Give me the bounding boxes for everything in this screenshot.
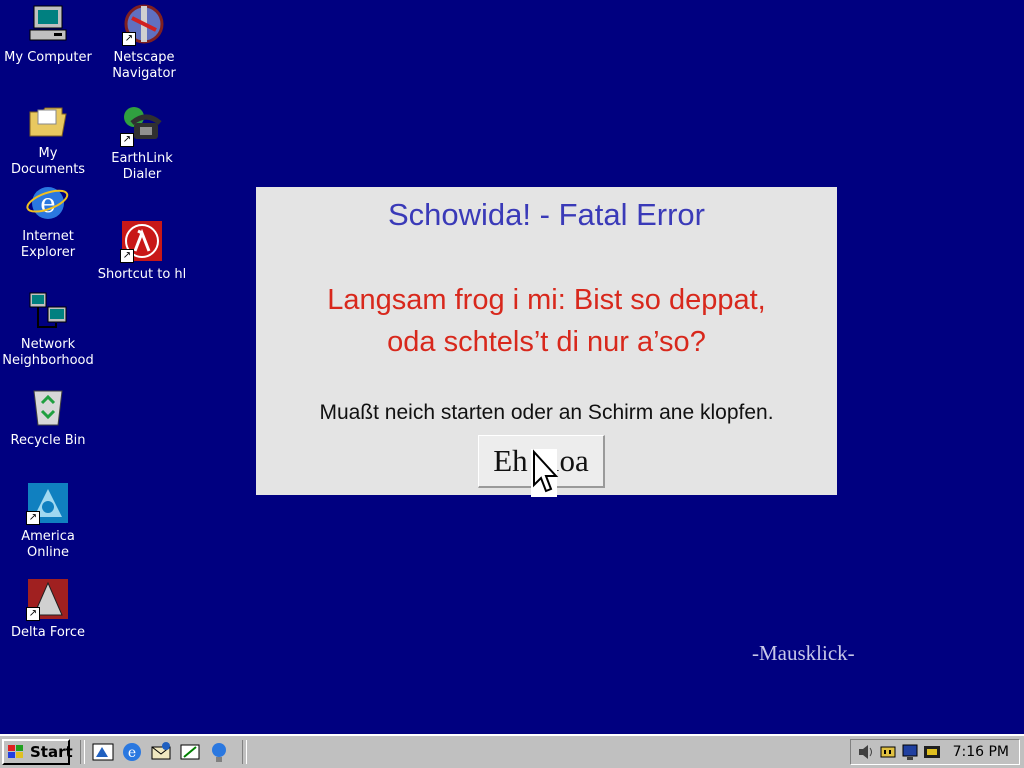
icon-label: My Documents: [10, 146, 86, 177]
ie-icon: e: [26, 181, 70, 225]
outlook-express-icon[interactable]: [150, 741, 172, 763]
dialog-instruction: Muaßt neich starten oder an Schirm ane k…: [319, 401, 774, 424]
windows-logo-icon: [8, 745, 23, 758]
dialog-message: Langsam frog i mi: Bist so deppat, oda s…: [256, 279, 837, 363]
ie-quicklaunch-icon[interactable]: e: [121, 741, 143, 763]
icon-label: EarthLink Dialer: [111, 151, 173, 182]
shortcut-arrow-icon: ↗: [26, 511, 40, 525]
system-tray: 7:16 PM: [850, 739, 1020, 765]
phone-icon: ↗: [120, 103, 164, 147]
desktop-icon-my-computer[interactable]: My Computer: [0, 2, 96, 66]
desktop-icon-network-neighborhood[interactable]: Network Neighborhood: [0, 289, 96, 369]
start-button[interactable]: Start: [2, 739, 73, 765]
scheduler-icon[interactable]: [923, 743, 941, 761]
shortcut-arrow-icon: ↗: [120, 249, 134, 263]
desktop-icon-earthlink[interactable]: ↗ EarthLink Dialer: [94, 103, 190, 183]
icon-label: Shortcut to hl: [97, 267, 187, 282]
folder-icon: [26, 98, 70, 142]
icon-label: Internet Explorer: [20, 229, 76, 260]
dialog-message-line-1: Langsam frog i mi: Bist so deppat,: [327, 284, 766, 316]
network-icon: [26, 289, 70, 333]
icon-label: Network Neighborhood: [2, 337, 94, 368]
modem-icon[interactable]: [879, 743, 897, 761]
volume-icon[interactable]: [857, 743, 875, 761]
icon-label: Netscape Navigator: [112, 50, 176, 81]
web-tv-icon[interactable]: [208, 741, 230, 763]
start-label: Start: [30, 743, 73, 761]
desktop-icon-america-online[interactable]: ↗ America Online: [0, 481, 96, 561]
clock[interactable]: 7:16 PM: [953, 744, 1009, 760]
taskbar-separator: [242, 740, 247, 764]
desktop-icon-shortcut-hl[interactable]: ↗ Shortcut to hl: [94, 219, 190, 283]
computer-icon: [26, 2, 70, 46]
desktop: My Computer ↗ Netscape Navigator My Docu…: [0, 0, 1024, 734]
channels-icon[interactable]: [179, 741, 201, 763]
icon-label: My Computer: [4, 50, 92, 65]
half-life-icon: ↗: [120, 219, 164, 263]
shortcut-arrow-icon: ↗: [122, 32, 136, 46]
show-desktop-icon[interactable]: [92, 741, 114, 763]
svg-text:e: e: [128, 745, 136, 761]
caption-text: -Mausklick-: [752, 641, 855, 665]
shortcut-arrow-icon: ↗: [26, 607, 40, 621]
mouse-cursor-icon: [531, 449, 559, 497]
desktop-icon-netscape[interactable]: ↗ Netscape Navigator: [96, 2, 192, 82]
desktop-icon-my-documents[interactable]: My Documents: [0, 98, 96, 178]
dialog-title: Schowida! - Fatal Error: [388, 197, 705, 232]
icon-label: America Online: [21, 529, 75, 560]
display-icon[interactable]: [901, 743, 919, 761]
desktop-icon-internet-explorer[interactable]: e Internet Explorer: [0, 181, 96, 261]
desktop-icon-recycle-bin[interactable]: Recycle Bin: [0, 385, 96, 449]
aol-icon: ↗: [26, 481, 70, 525]
icon-label: Recycle Bin: [10, 433, 86, 448]
dialog-message-line-2: oda schtels’t di nur a’so?: [387, 326, 706, 358]
shortcut-arrow-icon: ↗: [120, 133, 134, 147]
desktop-icon-delta-force[interactable]: ↗ Delta Force: [0, 577, 96, 641]
taskbar: Start e 7:16 PM: [0, 734, 1024, 768]
netscape-icon: ↗: [122, 2, 166, 46]
icon-label: Delta Force: [11, 625, 85, 640]
recycle-bin-icon: [26, 385, 70, 429]
delta-force-icon: ↗: [26, 577, 70, 621]
taskbar-separator: [80, 740, 85, 764]
